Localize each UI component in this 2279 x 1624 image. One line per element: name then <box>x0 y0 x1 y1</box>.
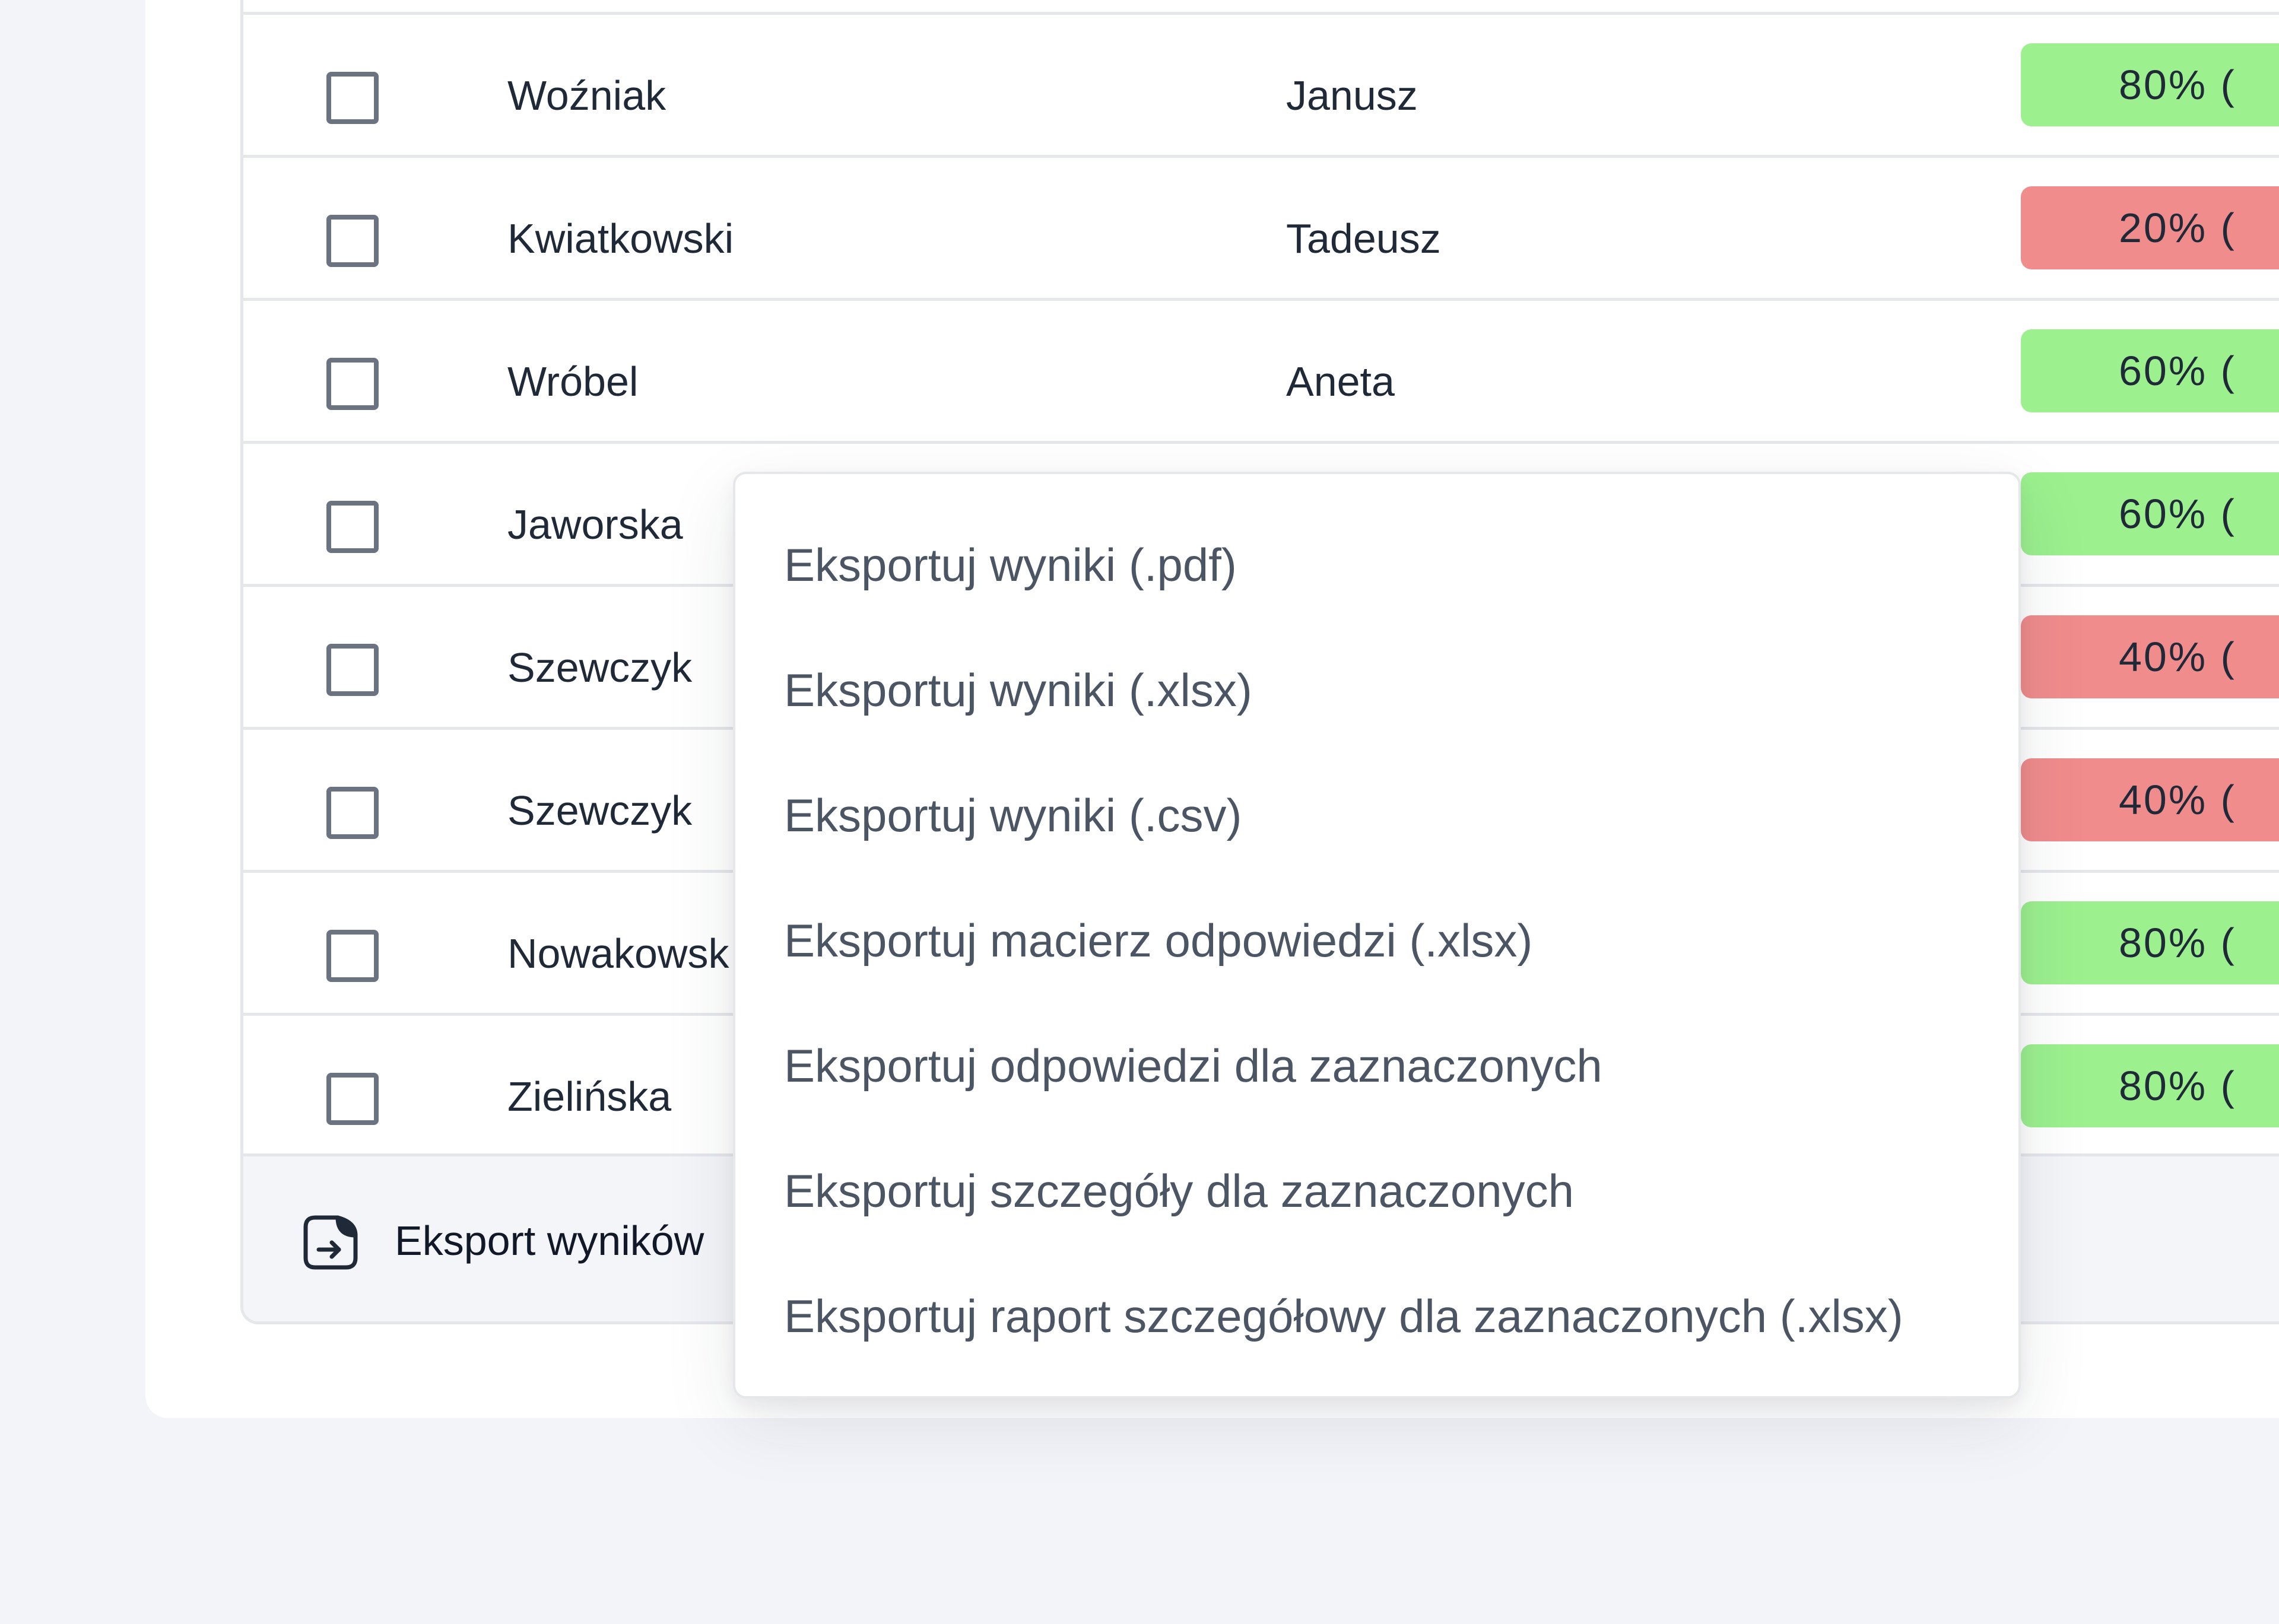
last-name-cell: Zielińska <box>507 1073 672 1120</box>
last-name-cell: Woźniak <box>507 72 666 119</box>
last-name-cell: Jaworska <box>507 501 683 548</box>
last-name-cell: Szewczyk <box>507 787 693 834</box>
score-badge: 60% ( <box>2021 329 2279 412</box>
table-row[interactable]: Wróbel Aneta 60% ( <box>243 298 2279 441</box>
file-export-icon[interactable] <box>301 1213 360 1272</box>
menu-item-export-answer-matrix[interactable]: Eksportuj macierz odpowiedzi (.xlsx) <box>735 878 2018 1003</box>
row-checkbox[interactable] <box>326 72 379 124</box>
last-name-cell: Wróbel <box>507 358 639 405</box>
table-row[interactable]: Kwiatkowski Tadeusz 20% ( <box>243 155 2279 298</box>
menu-item-export-answers-selected[interactable]: Eksportuj odpowiedzi dla zaznaczonych <box>735 1003 2018 1129</box>
menu-item-export-details-selected[interactable]: Eksportuj szczegóły dla zaznaczonych <box>735 1129 2018 1254</box>
export-dropdown-menu: Eksportuj wyniki (.pdf) Eksportuj wyniki… <box>733 472 2021 1399</box>
table-row[interactable]: Woźniak Janusz 80% ( <box>243 12 2279 155</box>
row-checkbox[interactable] <box>326 501 379 553</box>
row-checkbox[interactable] <box>326 930 379 982</box>
row-checkbox[interactable] <box>326 215 379 267</box>
last-name-cell: Szewczyk <box>507 644 693 691</box>
score-badge: 80% ( <box>2021 901 2279 984</box>
score-badge: 80% ( <box>2021 1044 2279 1127</box>
row-checkbox[interactable] <box>326 787 379 839</box>
first-name-cell: Janusz <box>1286 72 1418 119</box>
score-badge: 40% ( <box>2021 758 2279 841</box>
row-checkbox[interactable] <box>326 358 379 410</box>
first-name-cell: Aneta <box>1286 358 1395 405</box>
menu-item-export-detailed-report[interactable]: Eksportuj raport szczegółowy dla zaznacz… <box>735 1254 2018 1379</box>
menu-item-export-csv[interactable]: Eksportuj wyniki (.csv) <box>735 753 2018 878</box>
score-badge: 20% ( <box>2021 186 2279 269</box>
first-name-cell: Tadeusz <box>1286 215 1441 262</box>
last-name-cell: Kwiatkowski <box>507 215 734 262</box>
last-name-cell: Nowakowsk <box>507 930 729 977</box>
row-checkbox[interactable] <box>326 1073 379 1125</box>
menu-item-export-pdf[interactable]: Eksportuj wyniki (.pdf) <box>735 503 2018 628</box>
score-badge: 60% ( <box>2021 472 2279 555</box>
score-badge: 80% ( <box>2021 43 2279 126</box>
export-results-button[interactable]: Eksport wyników <box>395 1217 704 1264</box>
score-badge: 40% ( <box>2021 615 2279 698</box>
row-checkbox[interactable] <box>326 644 379 696</box>
menu-item-export-xlsx[interactable]: Eksportuj wyniki (.xlsx) <box>735 628 2018 753</box>
